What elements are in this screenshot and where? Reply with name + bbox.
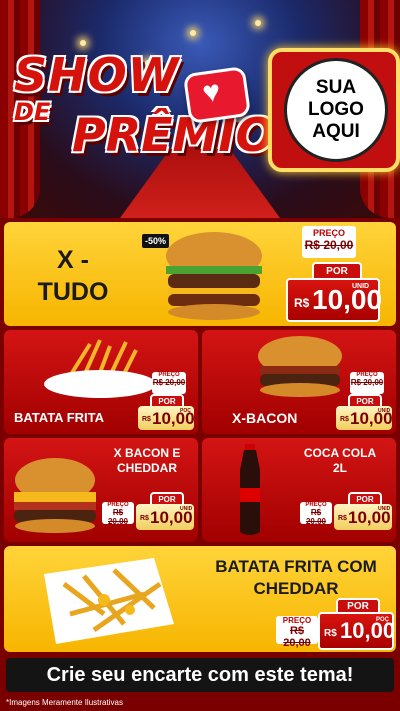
product-card-coca: COCA COLA 2L POR PREÇO R$ 20,00 R$ 10,00… [202,438,396,542]
unit: POÇ [180,408,191,414]
price-box: R$ 10,00 POÇ [318,612,395,650]
old-price-box: PREÇO R$ 20,00 [276,616,318,649]
old-price-box: PREÇO R$ 20,00 [350,372,384,394]
product-name: X BACON E CHEDDAR [113,446,181,475]
unit: UNID [352,283,370,290]
product-card-xbacon: X-BACON PREÇO R$ 20,00 POR R$ 10,00 UNID [202,330,396,434]
currency: R$ [142,416,151,423]
featured-old-price-box: PREÇO R$ 20,00 [302,226,356,258]
old-price-box: PREÇO R$ 20,00 [300,502,332,526]
sparkle-icon [255,20,261,26]
disclaimer: *Imagens Meramente Ilustrativas [6,698,123,707]
burger-cheddar-image [14,458,96,533]
bottom-panel: BATATA FRITA COM CHEDDAR POR PREÇO R$ 20… [4,546,396,652]
unit: UNID [180,506,193,512]
fries-image [44,339,156,398]
title-de: DE [14,98,51,126]
sparkle-icon [80,40,86,46]
hero-banner: SHOW DE PRÊMIOS ♥ SUA LOGO AQUI [0,0,400,218]
featured-price-box: R$ 10,00 UNID [286,278,383,322]
product-name: COCA COLA 2L [303,446,377,475]
old-price-box: PREÇO R$ 20,00 [152,372,186,394]
price-box: R$ 10,00 UNID [334,504,392,530]
burger-xtudo-image [166,232,262,320]
old-price: R$ 20,00 [304,238,354,252]
unit: POÇ [376,617,390,623]
old-price-label: PREÇO [312,228,345,238]
product-card-xbacon-cheddar: X BACON E CHEDDAR POR PREÇO R$ 20,00 R$ … [4,438,198,542]
featured-panel: X - TUDO -50% PREÇO R$ 20,00 POR R$ 10,0… [4,222,396,326]
price-box: R$ 10,00 UNID [336,406,393,430]
product-name: BATATA FRITA COM CHEDDAR [215,557,377,598]
heart-like-icon: ♥ [182,65,252,125]
product-name: BATATA FRITA [14,410,105,425]
price-box: R$ 10,00 POÇ [138,406,195,430]
title-show: SHOW [14,48,180,102]
logo-marquee: SUA LOGO AQUI [268,48,400,172]
old-price: R$ 20,00 [350,378,384,387]
sparkle-icon [190,30,196,36]
old-price: R$ 20,00 [107,508,129,526]
featured-name: X - TUDO [37,246,109,306]
logo-text: SUA LOGO AQUI [308,77,364,142]
unit: UNID [378,506,391,512]
coca-cola-bottle-image [240,444,260,535]
old-price-label: PREÇO [282,616,312,625]
product-card-batata: BATATA FRITA PREÇO R$ 20,00 POR R$ 10,00… [4,330,198,434]
burger-xbacon-image [258,336,342,397]
discount-badge: -50% [142,234,170,248]
currency: R$ [140,515,149,522]
fries-cheddar-image [44,558,174,644]
currency: R$ [338,515,347,522]
currency: R$ [324,628,337,639]
unit: UNID [378,408,391,414]
old-price: R$ 20,00 [283,625,311,649]
old-price-box: PREÇO R$ 20,00 [102,502,134,526]
product-name: X-BACON [232,410,298,426]
currency: R$ [294,296,310,310]
old-price: R$ 20,00 [305,508,327,526]
currency: R$ [340,416,349,423]
logo-placeholder: SUA LOGO AQUI [284,58,388,162]
old-price: R$ 20,00 [152,378,186,387]
cta-banner: Crie seu encarte com este tema! [6,658,394,692]
featured-price: 10,00 [312,284,383,315]
price-box: R$ 10,00 UNID [136,504,194,530]
